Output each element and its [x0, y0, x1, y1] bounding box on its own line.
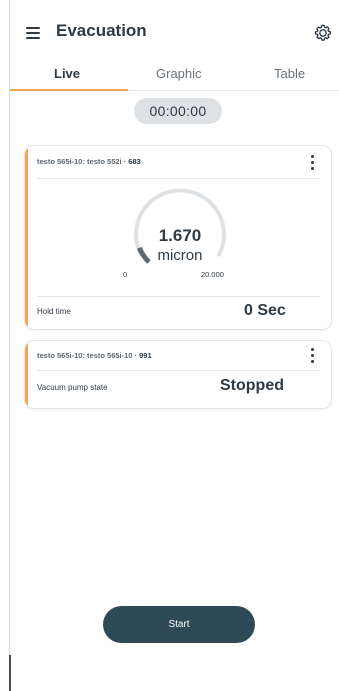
menu-icon[interactable] [26, 27, 40, 39]
gauge-min-label: 0 [123, 270, 128, 279]
tab-graphic[interactable]: Graphic [156, 66, 202, 81]
card-title: testo 565i-10: testo 552i · 683 [37, 157, 141, 166]
pump-state-label: Vacuum pump state [37, 383, 108, 392]
active-tab-indicator [10, 89, 128, 91]
card-serial: 991 [139, 351, 152, 360]
card-serial: 683 [128, 157, 141, 166]
card-accent-bar [25, 341, 28, 408]
tab-live[interactable]: Live [54, 66, 80, 81]
card-title-prefix: testo 565i-10: testo 565i-10 · [37, 351, 140, 360]
start-button[interactable]: Start [103, 606, 255, 643]
gear-icon[interactable] [314, 24, 332, 42]
left-edge-line [9, 0, 10, 691]
left-edge-marker [9, 655, 11, 691]
card-divider [37, 370, 320, 371]
card-title-prefix: testo 565i-10: testo 552i · [37, 157, 129, 166]
card-accent-bar [25, 146, 28, 329]
app-header: Evacuation [0, 0, 339, 60]
card-title: testo 565i-10: testo 565i-10 · 991 [37, 351, 152, 360]
more-options-icon[interactable] [307, 155, 317, 171]
hold-time-value: 0 Sec [244, 302, 286, 319]
page-title: Evacuation [56, 21, 147, 40]
gauge-value: 1.670 [158, 226, 202, 245]
tab-bar: Live Graphic Table [10, 60, 339, 91]
pump-state-value: Stopped [220, 377, 284, 394]
elapsed-timer: 00:00:00 [134, 98, 222, 124]
gauge-max-label: 20.000 [201, 270, 224, 279]
sensor-card-pressure: testo 565i-10: testo 552i · 683 1.670 mi… [24, 145, 332, 330]
more-options-icon[interactable] [307, 348, 317, 364]
tab-table[interactable]: Table [274, 66, 305, 81]
sensor-card-pump: testo 565i-10: testo 565i-10 · 991 Vacuu… [24, 340, 332, 409]
gauge-unit: micron [157, 247, 203, 264]
card-divider [37, 296, 320, 297]
hold-time-label: Hold time [37, 307, 71, 316]
card-divider [37, 178, 320, 179]
